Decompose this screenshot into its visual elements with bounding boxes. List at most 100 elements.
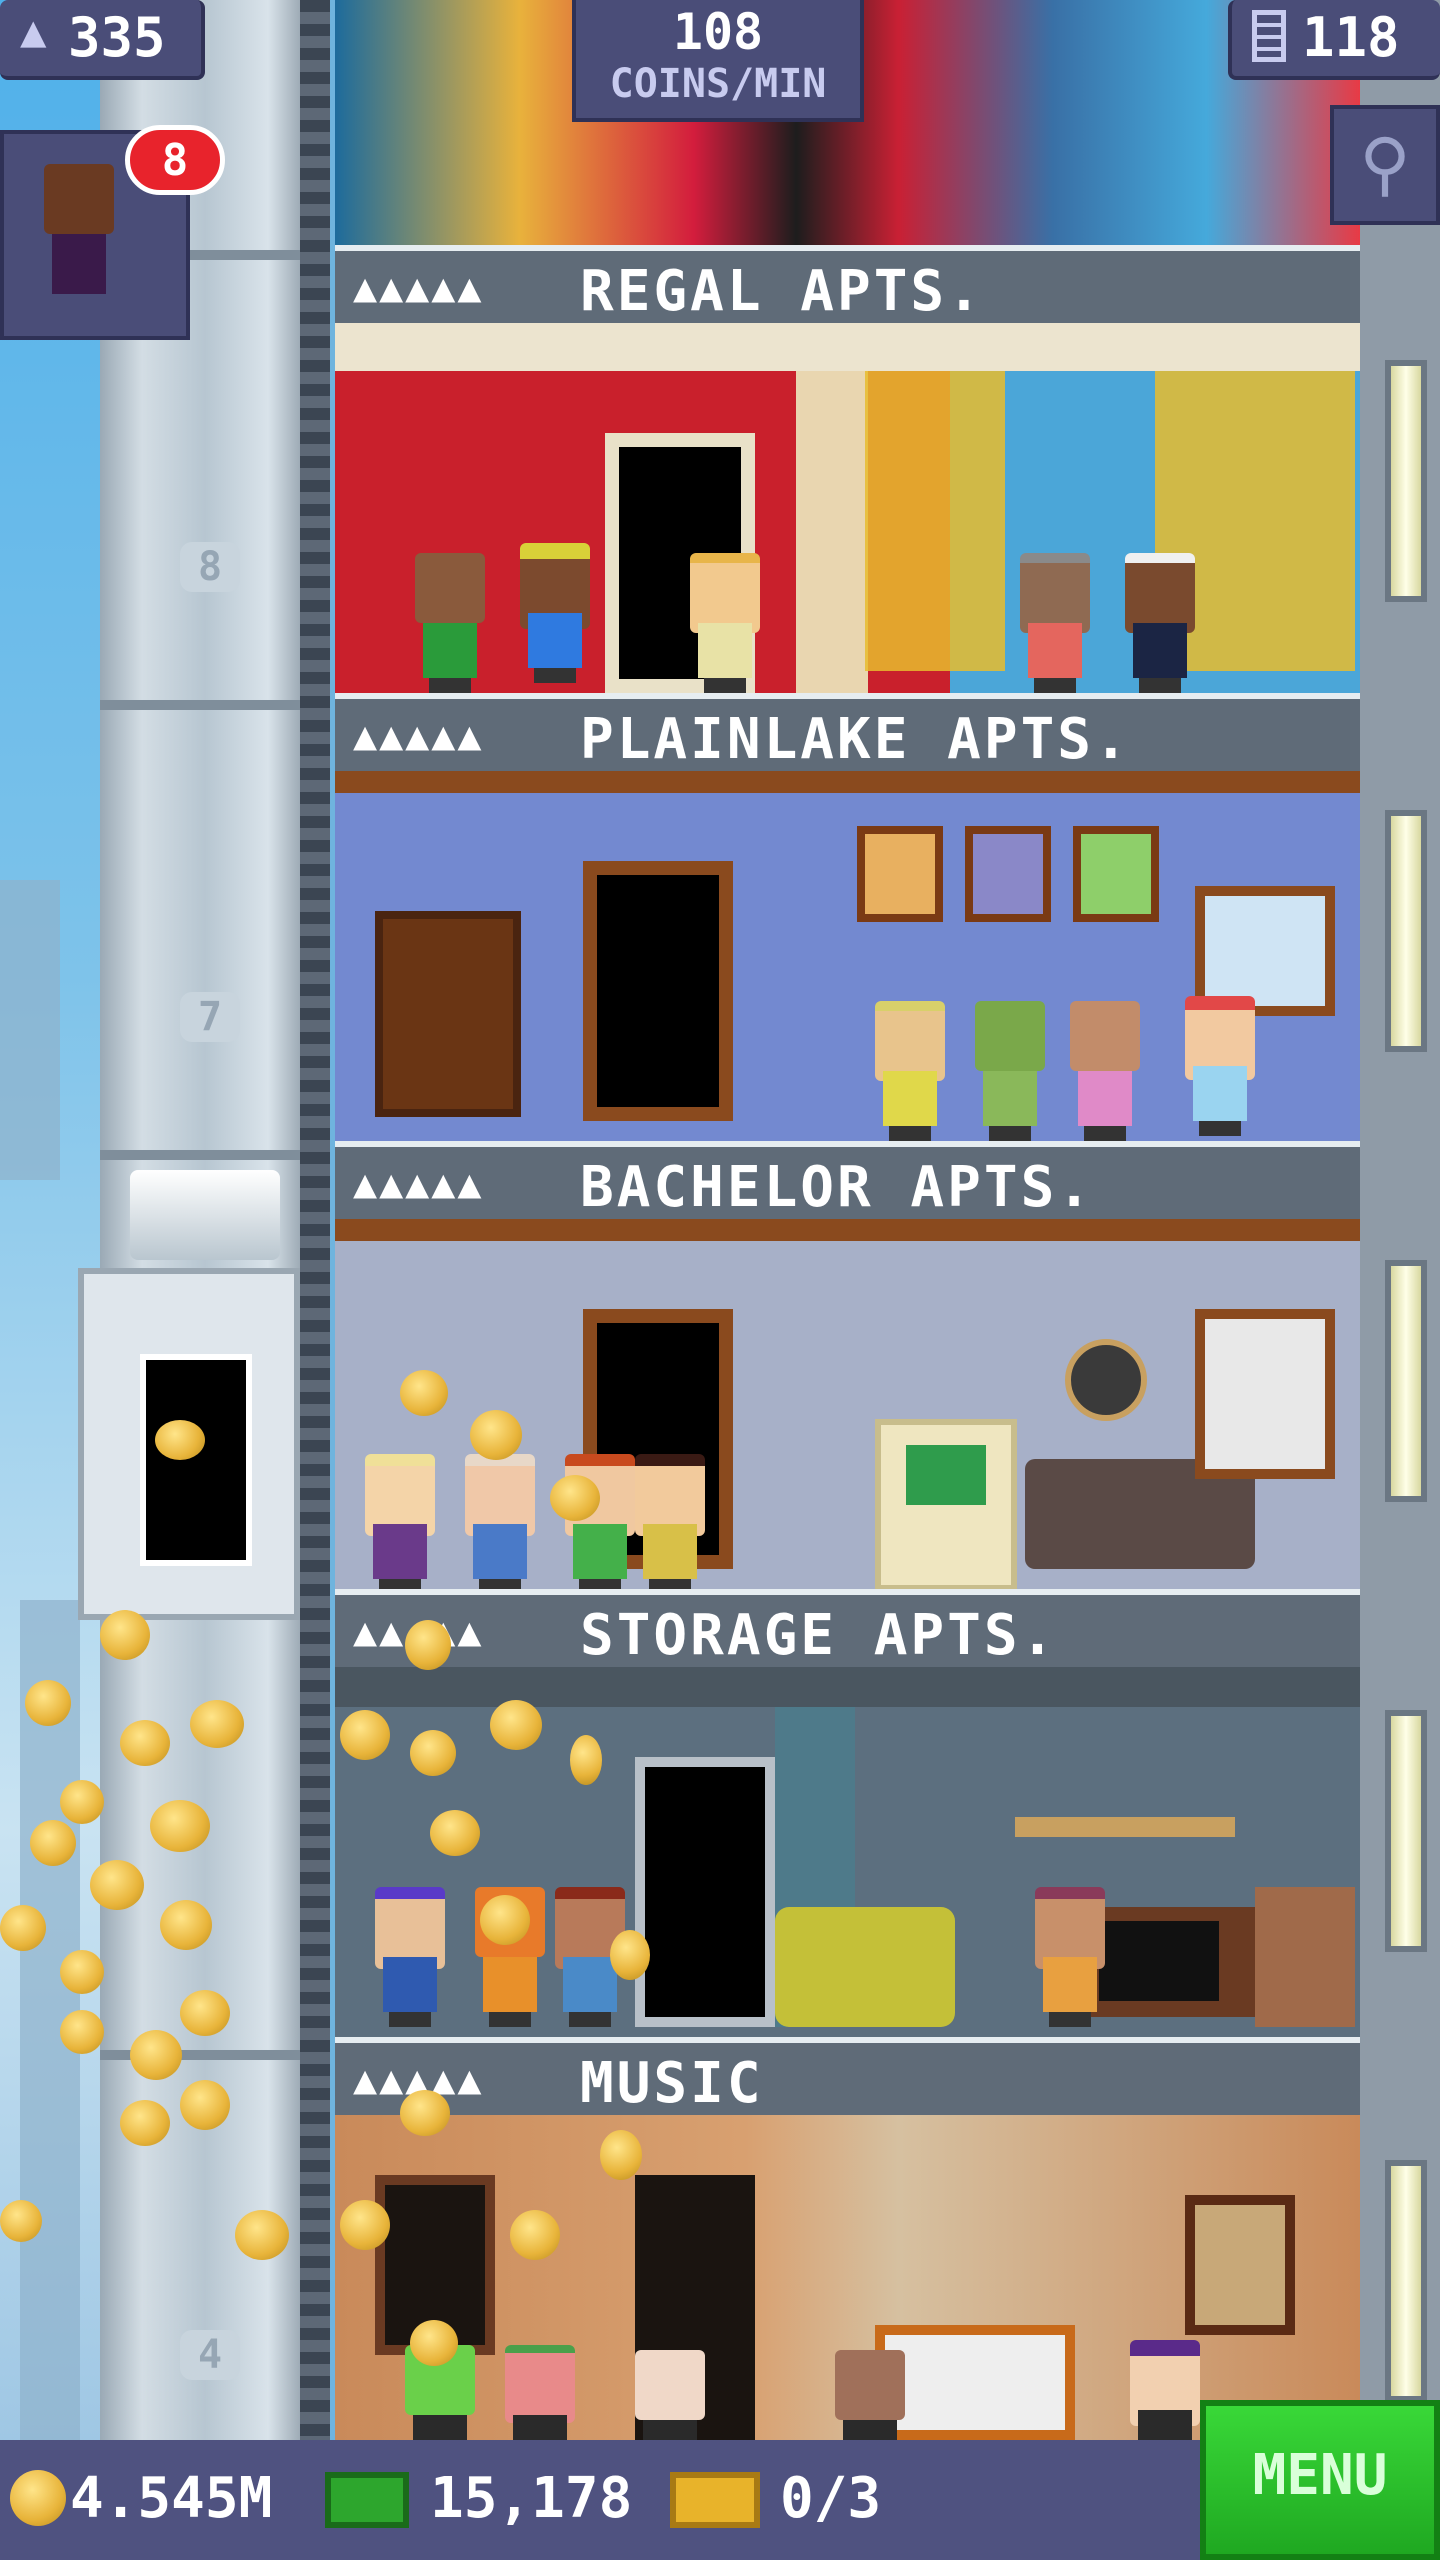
sofa <box>775 1907 955 2027</box>
coin-particle <box>100 1610 150 1660</box>
person-icon: ▲ <box>20 6 47 57</box>
resident[interactable] <box>415 553 485 693</box>
resident[interactable] <box>520 543 590 683</box>
wall-light <box>1385 1260 1427 1502</box>
floor-label-music[interactable]: ▲▲▲▲▲ MUSIC <box>335 2037 1360 2116</box>
wall-light <box>1385 360 1427 602</box>
elevator-cable <box>300 0 330 2440</box>
floor-number-8: 8 <box>180 542 240 592</box>
building-icon <box>1252 10 1286 62</box>
coin-particle <box>60 1950 104 1994</box>
floor-number-7: 7 <box>180 992 240 1042</box>
computer <box>875 1419 1017 1591</box>
coin-particle <box>340 2200 390 2250</box>
residents-indicator: ▲▲▲▲▲ <box>353 265 484 311</box>
resident[interactable] <box>690 553 760 693</box>
background-building <box>0 880 60 1180</box>
coin-particle <box>150 1800 210 1852</box>
elevator-door <box>140 1354 252 1566</box>
coin-particle <box>410 1730 456 1776</box>
resident[interactable] <box>375 1887 445 2027</box>
coin-particle <box>610 1930 650 1980</box>
magnifier-icon: ⚲ <box>1359 123 1411 205</box>
coin-particle <box>30 1820 76 1866</box>
coin-particle <box>410 2320 458 2366</box>
resident[interactable] <box>1035 1887 1105 2027</box>
coin-particle <box>0 1905 46 1951</box>
resident[interactable] <box>1070 1001 1140 1141</box>
coin-particle <box>130 2030 182 2080</box>
resident[interactable] <box>465 1454 535 1594</box>
resident[interactable] <box>875 1001 945 1141</box>
room-door <box>635 1757 775 2027</box>
room-door <box>583 861 733 1121</box>
coin-particle <box>480 1895 530 1945</box>
coin-particle <box>90 1860 144 1910</box>
coins-rate-value: 108 <box>672 3 764 61</box>
floor-name: REGAL APTS. <box>580 259 984 324</box>
coin-particle <box>120 1720 170 1766</box>
coin-particle <box>160 1900 212 1950</box>
coin-particle <box>510 2210 560 2260</box>
coin-particle <box>120 2100 170 2146</box>
coin-particle <box>550 1475 600 1521</box>
floor-name: BACHELOR APTS. <box>580 1155 1095 1220</box>
coin-particle <box>600 2130 642 2180</box>
coin-particle <box>25 1680 71 1726</box>
floor-room-storage[interactable] <box>335 1667 1360 2037</box>
resident[interactable] <box>1185 996 1255 1136</box>
wall-light <box>1385 1710 1427 1952</box>
coin-particle <box>470 1410 522 1460</box>
floor-number-4: 4 <box>180 2330 240 2380</box>
tickets-value: 0/3 <box>780 2466 882 2531</box>
population-counter[interactable]: ▲ 335 <box>0 0 205 80</box>
coin-particle <box>60 2010 104 2054</box>
coin-particle <box>235 2210 289 2260</box>
coin-particle <box>180 1990 230 2036</box>
bitizen-avatar <box>44 164 114 234</box>
resident[interactable] <box>1125 553 1195 693</box>
floor-name: PLAINLAKE APTS. <box>580 707 1131 772</box>
floor-label-regal[interactable]: ▲▲▲▲▲ REGAL APTS. <box>335 245 1360 324</box>
floor-room-plainlake[interactable] <box>335 771 1360 1141</box>
floor-room-music[interactable] <box>335 2115 1360 2475</box>
resident[interactable] <box>975 1001 1045 1141</box>
coin-particle <box>490 1700 542 1750</box>
floors-counter[interactable]: 118 <box>1228 0 1440 80</box>
avatar-body <box>52 234 106 294</box>
coin-particle <box>570 1735 602 1785</box>
floor-label-bachelor[interactable]: ▲▲▲▲▲ BACHELOR APTS. <box>335 1141 1360 1220</box>
notification-badge: 8 <box>125 125 225 195</box>
resident[interactable] <box>1020 553 1090 693</box>
bed <box>875 2325 1075 2440</box>
coin-particle <box>340 1710 390 1760</box>
search-button[interactable]: ⚲ <box>1330 105 1440 225</box>
wall-light <box>1385 810 1427 1052</box>
coin-particle <box>60 1780 104 1824</box>
floor-label-plainlake[interactable]: ▲▲▲▲▲ PLAINLAKE APTS. <box>335 693 1360 772</box>
floor-name: MUSIC <box>580 2051 764 2116</box>
menu-button[interactable]: MENU <box>1200 2400 1440 2560</box>
coin-particle <box>190 1700 244 1748</box>
floors-value: 118 <box>1302 6 1400 69</box>
elevator-pulley <box>130 1170 280 1260</box>
coins-rate-panel[interactable]: 108 COINS/MIN <box>572 0 864 122</box>
coin-particle <box>180 2080 230 2130</box>
coin-particle <box>400 1370 448 1416</box>
coin-particle <box>400 2090 450 2136</box>
coins-rate-unit: COINS/MIN <box>609 61 827 107</box>
floor-room-regal[interactable] <box>335 323 1360 693</box>
residents-indicator: ▲▲▲▲▲ <box>353 713 484 759</box>
residents-indicator: ▲▲▲▲▲ <box>353 1161 484 1207</box>
coin-particle <box>430 1810 480 1856</box>
floor-label-storage[interactable]: ▲▲▲▲▲ STORAGE APTS. <box>335 1589 1360 1668</box>
bookshelf <box>375 911 521 1117</box>
wall-light <box>1385 2160 1427 2402</box>
coins-value: 4.545M <box>70 2466 273 2531</box>
floor-room-bachelor[interactable] <box>335 1219 1360 1594</box>
resident[interactable] <box>635 1454 705 1594</box>
coin-particle <box>155 1420 205 1460</box>
coin-particle <box>0 2200 42 2242</box>
resident[interactable] <box>365 1454 435 1594</box>
banknote-icon <box>325 2472 409 2528</box>
